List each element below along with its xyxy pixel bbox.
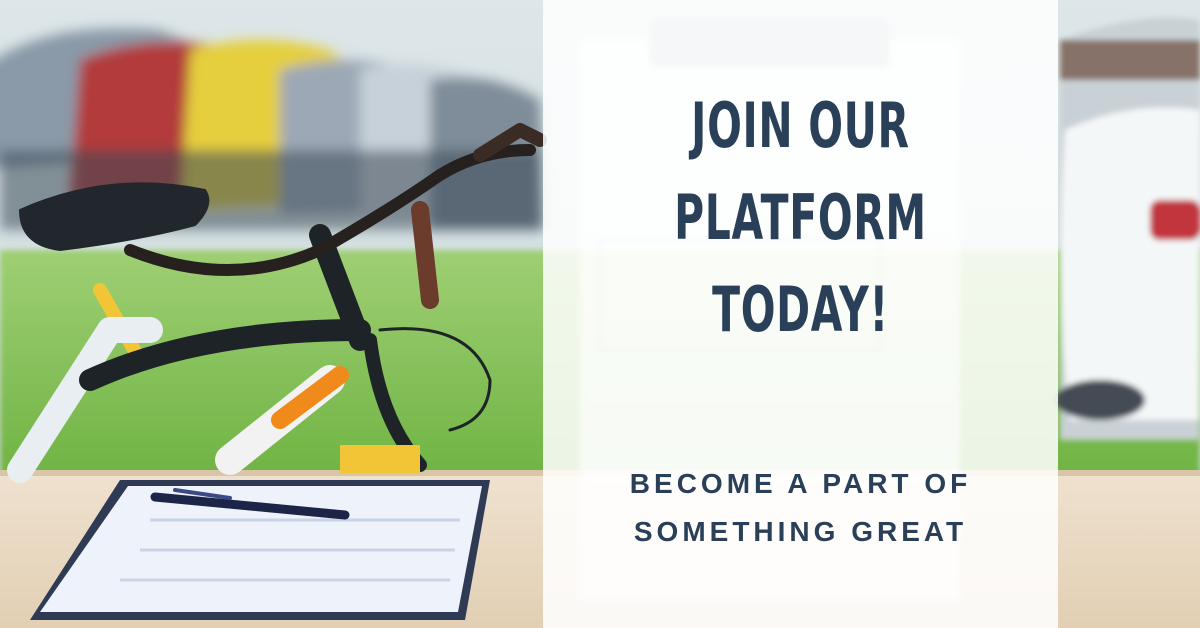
subheadline-line-1: BECOME A PART OF — [629, 468, 972, 499]
subheadline: BECOME A PART OF SOMETHING GREAT — [543, 460, 1058, 556]
white-car — [1055, 17, 1200, 440]
headline: JOIN OUR PLATFORM TODAY! — [674, 80, 927, 356]
subheadline-line-2: SOMETHING GREAT — [633, 516, 968, 547]
headline-panel: JOIN OUR PLATFORM TODAY! BECOME A PART O… — [543, 0, 1058, 628]
headline-line-1: JOIN OUR — [691, 89, 910, 162]
headline-line-2: PLATFORM — [674, 181, 927, 254]
headline-line-3: TODAY! — [712, 273, 889, 346]
